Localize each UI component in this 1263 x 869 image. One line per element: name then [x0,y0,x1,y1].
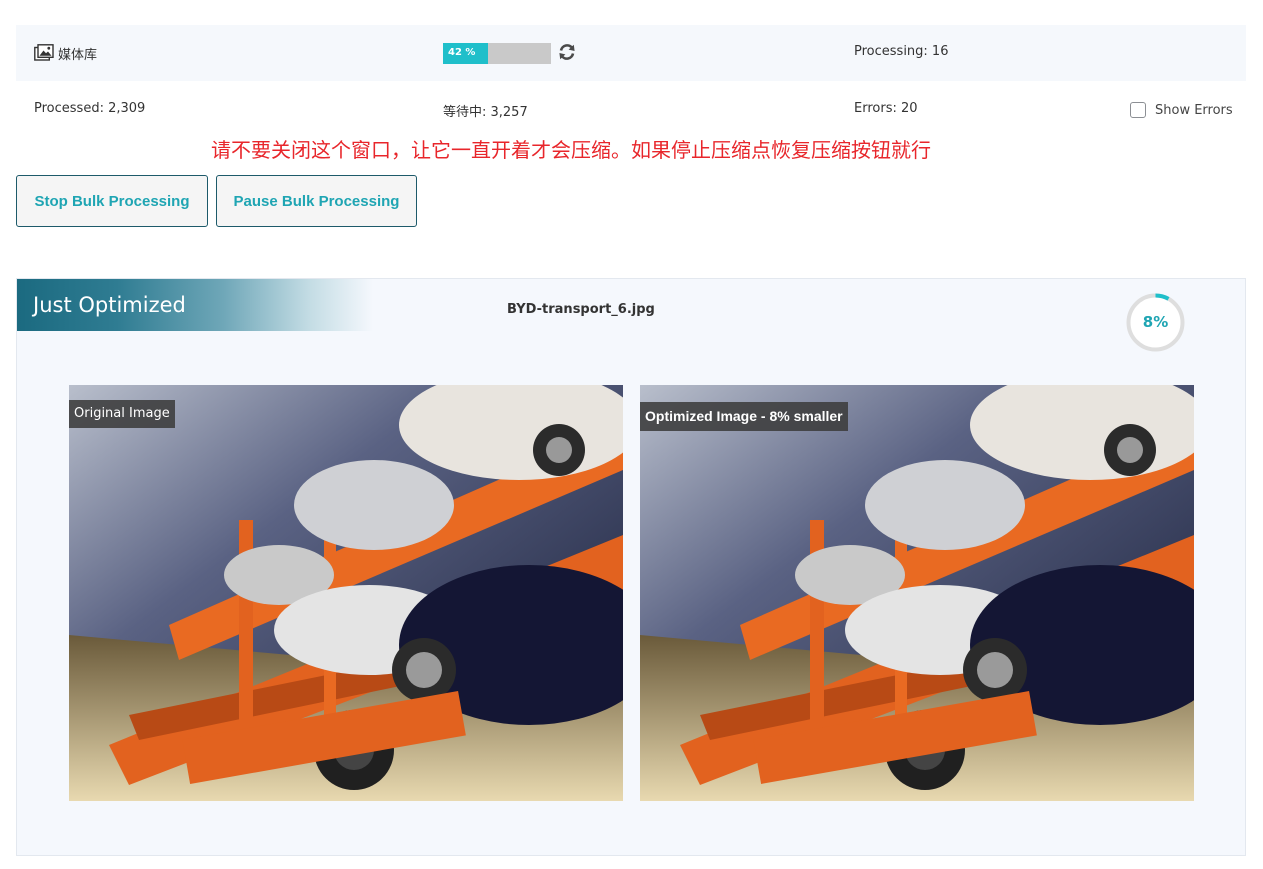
waiting-count: 等待中: 3,257 [443,105,528,120]
original-photo [69,385,623,801]
show-errors-label: Show Errors [1155,102,1233,118]
optimized-filename: BYD-transport_6.jpg [507,302,655,317]
optimized-image-label: Optimized Image - 8% smaller [640,402,848,431]
optimized-image: Optimized Image - 8% smaller [640,385,1194,801]
panel-title: Just Optimized [33,293,186,317]
refresh-icon[interactable] [557,42,577,62]
warning-message: 请不要关闭这个窗口，让它一直开着才会压缩。如果停止压缩点恢复压缩按钮就行 [211,138,931,162]
show-errors-checkbox[interactable] [1130,102,1146,118]
processed-count: Processed: 2,309 [34,101,146,116]
panel-header: Just Optimized [17,279,373,331]
original-image-label: Original Image [69,400,175,428]
just-optimized-panel: Just Optimized BYD-transport_6.jpg 8% Or… [16,278,1246,856]
progress-bar: 42 % [443,43,551,64]
processing-count: Processing: 16 [854,44,949,59]
bulk-status-bar: 媒体库 42 % Processing: 16 [16,25,1246,81]
library-label: 媒体库 [58,48,98,63]
progress-percent: 42 % [448,47,476,58]
reduction-percent: 8% [1142,313,1169,331]
stop-bulk-button[interactable]: Stop Bulk Processing [16,175,208,227]
show-errors-toggle[interactable]: Show Errors [1130,101,1233,119]
media-library-icon [34,44,54,61]
optimized-photo [640,385,1194,801]
original-image: Original Image [69,385,623,801]
errors-count: Errors: 20 [854,101,918,116]
reduction-ring: 8% [1125,292,1186,353]
pause-bulk-button[interactable]: Pause Bulk Processing [216,175,417,227]
